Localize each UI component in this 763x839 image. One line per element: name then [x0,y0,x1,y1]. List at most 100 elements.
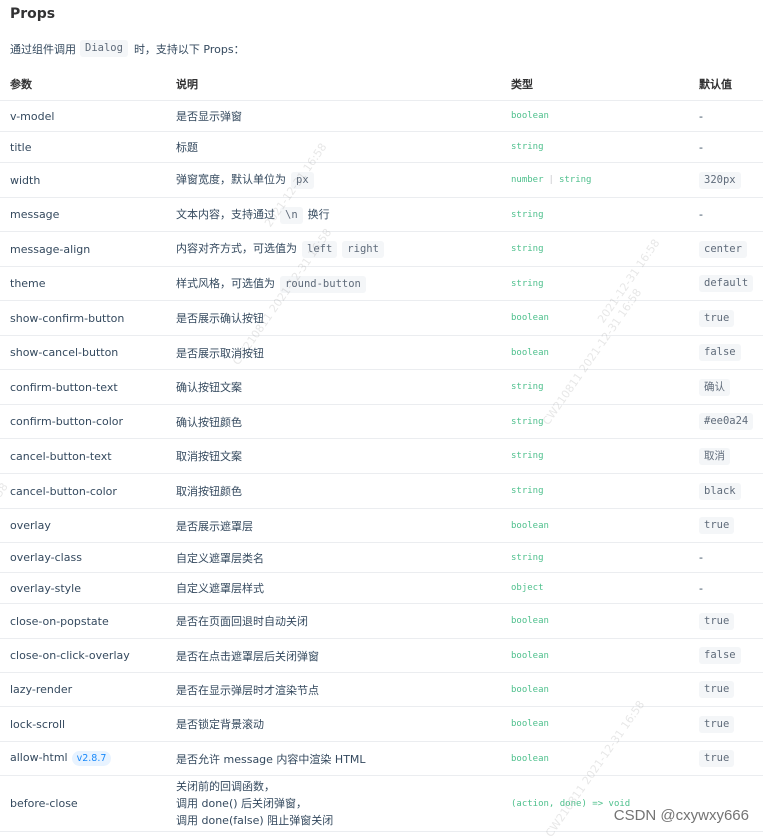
prop-default-cell: - [689,572,763,604]
table-row: show-cancel-button 是否展示取消按钮 boolean false [0,335,763,370]
table-row: overlay 是否展示遮罩层 boolean true [0,508,763,543]
prop-default-cell: center [689,231,763,267]
prop-description: 是否在显示弹层时才渲染节点 [176,683,319,697]
prop-default-cell: true [689,508,763,543]
prop-default-cell: true [689,672,763,707]
prop-default-cell: - [689,542,763,573]
prop-description: 取消按钮文案 [176,450,242,463]
prop-default: - [699,208,703,221]
prop-default: - [699,140,703,154]
table-row: lazy-render 是否在显示弹层时才渲染节点 boolean true [0,672,763,707]
prop-default-cell: false [689,335,763,370]
prop-name-cell: cancel-button-color [0,473,168,509]
prop-type-cell: boolean [501,508,689,543]
prop-description: 是否在点击遮罩层后关闭弹窗 [176,649,319,663]
prop-default-cell: 确认 [689,369,763,405]
prop-name-cell: theme [0,266,168,301]
prop-default-cell: - [689,131,763,163]
prop-name: close-on-popstate [10,614,109,628]
prop-type-cell: boolean [501,100,689,132]
inline-code: px [291,172,314,189]
inline-code: \n [280,206,303,224]
prop-default-cell: true [689,706,763,742]
prop-default-cell: - [689,100,763,132]
prop-default-cell: #ee0a24 [689,404,763,439]
prop-description-cell: 是否锁定背景滚动 [168,706,501,742]
prop-description-cell: 是否允许 message 内容中渲染 HTML [168,741,501,776]
prop-type-cell: boolean [501,672,689,707]
table-row: allow-html v2.8.7 是否允许 message 内容中渲染 HTML b… [0,741,763,776]
csdn-watermark: CSDN @cxywxy666 [613,807,749,824]
prop-type: string [511,451,544,461]
prop-description-cell: 标题 [168,131,501,163]
prop-default: true [699,309,735,327]
prop-type: boolean [511,111,549,121]
table-row: v-model 是否显示弹窗 boolean - [0,100,763,132]
props-table: 参数 说明 类型 默认值 v-model 是否显示弹窗 boolean - title 标… [0,68,763,832]
header-param: 参数 [0,68,168,101]
prop-name-cell: show-cancel-button [0,335,168,370]
prop-type: string [511,552,544,563]
table-body: v-model 是否显示弹窗 boolean - title 标题 string - width… [0,100,763,832]
prop-type-cell: boolean [501,706,689,742]
prop-default-cell: true [689,300,763,336]
prop-type: boolean [511,650,549,661]
prop-description-cell: 文本内容，支持通过 \n 换行 [168,197,501,232]
prop-type: boolean [511,347,549,358]
prop-default: true [699,681,735,698]
prop-name-cell: cancel-button-text [0,438,168,474]
intro-after: 时，支持以下 Props： [133,42,245,56]
inline-code: round-button [280,275,366,293]
prop-name-cell: lazy-render [0,672,168,707]
prop-description-cell: 样式风格，可选值为 round-button [168,266,501,301]
prop-default-cell: false [689,638,763,673]
prop-description-cell: 确认按钮颜色 [168,404,501,439]
prop-default: true [699,517,735,534]
prop-description-cell: 取消按钮颜色 [168,473,501,509]
prop-description: 样式风格，可选值为 [176,276,275,290]
description-line: 调用 done() 后关闭弹窗， [176,797,308,810]
prop-type-cell: boolean [501,741,689,776]
prop-name-cell: overlay-class [0,542,168,573]
table-row: overlay-style 自定义遮罩层样式 object - [0,572,763,604]
prop-name: v-model [10,109,55,123]
table-row: close-on-click-overlay 是否在点击遮罩层后关闭弹窗 boole… [0,638,763,673]
prop-name: overlay-class [10,551,82,564]
prop-type-cell: string [501,404,689,439]
prop-description: 自定义遮罩层样式 [176,582,264,595]
prop-default: - [699,581,703,595]
table-row: cancel-button-color 取消按钮颜色 string black [0,473,763,509]
prop-default: default [699,275,754,292]
prop-type: string [511,142,544,152]
prop-name-cell: message-align [0,231,168,267]
prop-description-cell: 是否显示弹窗 [168,100,501,132]
prop-default-cell: 取消 [689,438,763,474]
description-line: 关闭前的回调函数， [176,780,275,793]
prop-description-cell: 自定义遮罩层样式 [168,572,501,604]
prop-type-cell: string [501,438,689,474]
prop-name-cell: allow-html v2.8.7 [0,741,168,776]
prop-default: false [699,344,741,361]
prop-description: 是否在页面回退时自动关闭 [176,615,308,628]
prop-type: boolean [511,719,549,729]
prop-default-cell: true [689,603,763,639]
prop-type-cell: string [501,197,689,232]
prop-name: theme [10,277,46,290]
table-row: confirm-button-color 确认按钮颜色 string #ee0a24 [0,404,763,439]
prop-name-cell: close-on-click-overlay [0,638,168,673]
table-row: close-on-popstate 是否在页面回退时自动关闭 boolean true [0,603,763,639]
prop-description-cell: 自定义遮罩层类名 [168,542,501,573]
prop-name-cell: confirm-button-color [0,404,168,439]
prop-name-cell: confirm-button-text [0,369,168,405]
prop-default: 确认 [699,378,730,396]
prop-name-cell: width [0,162,168,198]
prop-default-cell: black [689,473,763,509]
description-line: 调用 done(false) 阻止弹窗关闭 [176,814,334,827]
prop-name-cell: overlay [0,508,168,543]
table-row: message 文本内容，支持通过 \n 换行 string - [0,197,763,232]
prop-default: 取消 [699,447,730,465]
prop-type: string [511,278,544,289]
prop-type-cell: string [501,231,689,267]
intro-before: 通过组件调用 [10,42,76,56]
prop-description-cell: 是否在页面回退时自动关闭 [168,603,501,639]
